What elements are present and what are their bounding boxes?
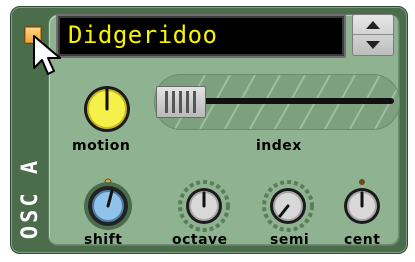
section-label-text: OSC A [18, 157, 44, 239]
mouse-cursor-icon [33, 35, 61, 75]
octave-label: octave [172, 232, 228, 248]
patch-display: Didgeridoo [56, 14, 346, 58]
cent-label: cent [344, 232, 381, 248]
semi-label: semi [270, 232, 310, 248]
motion-knob[interactable] [82, 84, 132, 134]
semi-knob[interactable] [262, 180, 314, 232]
shift-label: shift [84, 232, 123, 248]
patch-name: Didgeridoo [68, 21, 218, 49]
index-label: index [256, 138, 302, 154]
section-label: OSC A [17, 134, 45, 262]
oscillator-panel: OSC A Didgeridoo index motion shift octa… [10, 6, 408, 254]
octave-knob[interactable] [178, 180, 230, 232]
patch-down-button[interactable] [353, 35, 393, 54]
patch-stepper[interactable] [352, 14, 394, 56]
motion-label: motion [72, 138, 131, 154]
cent-knob[interactable] [336, 176, 388, 232]
shift-knob[interactable] [82, 176, 134, 232]
patch-up-button[interactable] [353, 15, 393, 35]
index-slider-handle[interactable] [156, 86, 206, 118]
arrow-down-icon [366, 40, 380, 49]
arrow-up-icon [366, 20, 380, 29]
